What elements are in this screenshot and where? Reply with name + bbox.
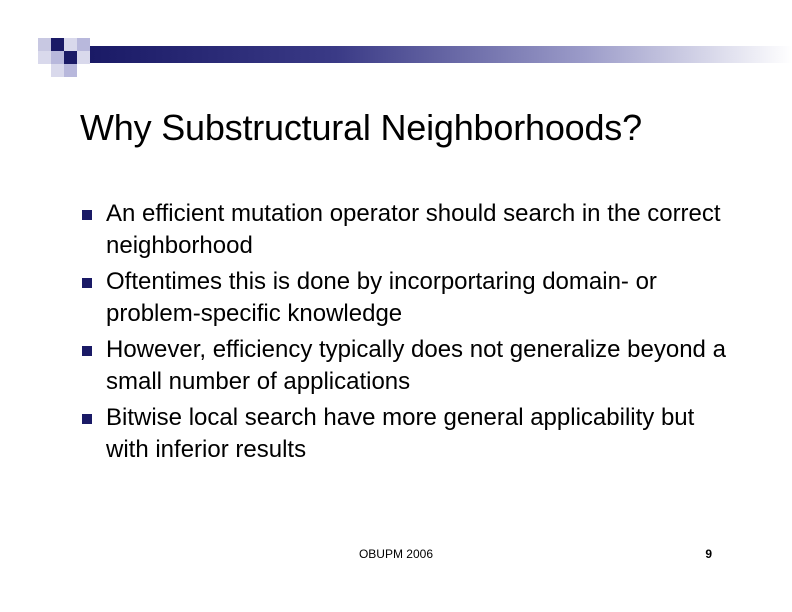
header-decoration [38,38,792,77]
square-bullet-icon [82,210,92,220]
bullet-item: However, efficiency typically does not g… [80,334,730,398]
square-bullet-icon [82,414,92,424]
corner-squares-icon [38,38,90,77]
bullet-text: Bitwise local search have more general a… [106,404,695,463]
bullet-list: An efficient mutation operator should se… [80,198,730,470]
bullet-text: However, efficiency typically does not g… [106,336,726,395]
bullet-text: Oftentimes this is done by incorportarin… [106,268,657,327]
square-bullet-icon [82,278,92,288]
bullet-item: An efficient mutation operator should se… [80,198,730,262]
bullet-item: Oftentimes this is done by incorportarin… [80,266,730,330]
page-number: 9 [705,547,712,561]
bullet-item: Bitwise local search have more general a… [80,402,730,466]
bullet-text: An efficient mutation operator should se… [106,200,721,259]
footer-text: OBUPM 2006 [358,547,434,561]
slide-title: Why Substructural Neighborhoods? [80,107,642,148]
square-bullet-icon [82,346,92,356]
header-band [90,46,792,63]
